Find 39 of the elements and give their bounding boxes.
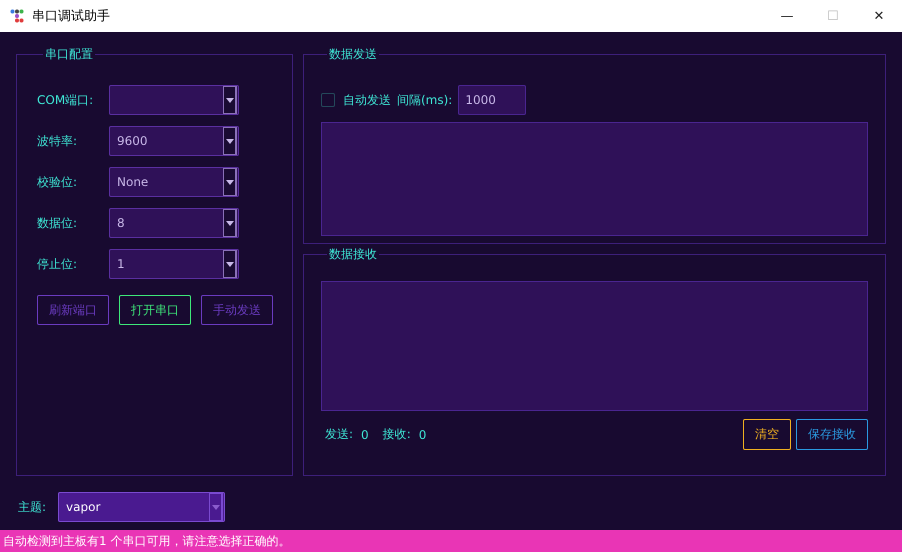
action-button[interactable]: 清空 xyxy=(743,419,791,450)
counter-value: 0 xyxy=(361,428,369,442)
field-label: COM端口: xyxy=(37,92,94,108)
dropdown-arrow-icon xyxy=(226,220,234,226)
window-title: 串口调试助手 xyxy=(32,8,110,25)
window-control[interactable]: — xyxy=(764,8,810,24)
checkbox[interactable] xyxy=(321,93,335,107)
field-label: 数据位: xyxy=(37,214,78,232)
group-title: 串口配置 xyxy=(44,46,94,63)
field-label: 间隔(ms): xyxy=(397,92,452,108)
dropdown[interactable]: 8 xyxy=(109,208,239,238)
counter-label: 接收: xyxy=(382,426,411,443)
dropdown-arrow-icon xyxy=(226,262,234,266)
dropdown-arrow-icon xyxy=(226,98,234,102)
app-icon xyxy=(10,9,24,23)
field-label: 校验位: xyxy=(37,174,78,190)
status-text: 自动检测到主板有1 个串口可用，请注意选择正确的。 xyxy=(3,532,290,550)
checkbox-label: 自动发送 xyxy=(343,92,391,108)
group-title: 数据接收 xyxy=(328,246,378,263)
dropdown-arrow-icon xyxy=(226,180,234,184)
counter-value: 0 xyxy=(418,428,426,442)
dropdown-arrow-icon xyxy=(226,138,234,144)
field-label: 波特率: xyxy=(37,132,78,150)
field-label: 停止位: xyxy=(37,256,78,272)
dropdown[interactable]: 9600 xyxy=(109,126,239,156)
send-text-area[interactable] xyxy=(321,122,868,236)
dropdown[interactable] xyxy=(109,85,239,115)
dropdown-arrow-icon xyxy=(212,504,220,510)
dropdown[interactable]: vapor xyxy=(58,492,226,522)
group-title: 数据发送 xyxy=(328,46,378,63)
action-button[interactable]: 保存接收 xyxy=(796,419,868,450)
field-label: 主题: xyxy=(18,498,46,516)
interval-field[interactable]: 1000 xyxy=(458,85,526,115)
receive-text-area[interactable] xyxy=(321,281,868,411)
window-control[interactable]: ✕ xyxy=(856,8,902,24)
dropdown[interactable]: 1 xyxy=(109,249,239,279)
counter-label: 发送: xyxy=(325,426,354,443)
dropdown[interactable]: None xyxy=(109,167,239,197)
action-button[interactable]: 打开串口 xyxy=(119,295,191,325)
